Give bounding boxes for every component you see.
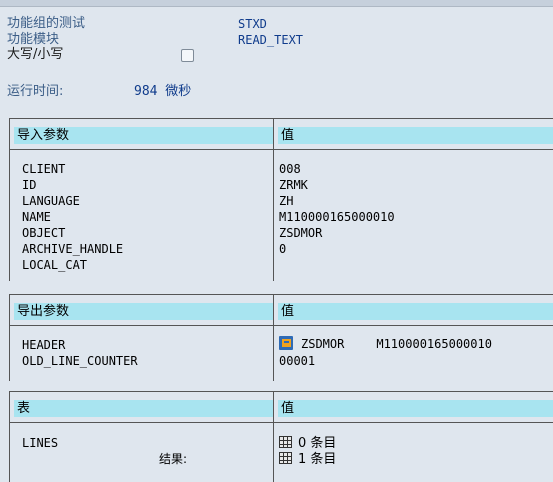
import-parameters-title: 导入参数 <box>14 127 273 144</box>
lines-param-name: LINES <box>22 436 59 450</box>
tables-section: 表 值 LINES 结果: 0 条目 1 条目 <box>9 391 553 482</box>
runtime-label: 运行时间: <box>7 84 64 99</box>
param-value[interactable]: ZSDMOR <box>279 225 322 241</box>
param-value[interactable]: 0 <box>279 241 286 257</box>
counter-param-name: OLD_LINE_COUNTER <box>22 354 138 368</box>
lines-after-value[interactable]: 1 条目 <box>279 451 336 467</box>
lines-before-value[interactable]: 0 条目 <box>279 435 336 451</box>
param-name: ID <box>22 178 37 192</box>
function-group-value: STXD <box>238 17 267 31</box>
result-label: 结果: <box>159 452 188 466</box>
lines-after-count: 1 条目 <box>298 452 337 467</box>
param-name: CLIENT <box>22 162 66 176</box>
counter-param-value[interactable]: 00001 <box>279 353 315 369</box>
param-name: ARCHIVE_HANDLE <box>22 242 124 256</box>
lines-before-count: 0 条目 <box>298 436 337 451</box>
function-module-label: 功能模块 <box>7 32 60 47</box>
header-name-value: M110000165000010 <box>376 337 492 351</box>
param-name: OBJECT <box>22 226 66 240</box>
tables-header: 表 值 <box>10 392 553 423</box>
table-icon[interactable] <box>279 436 292 448</box>
param-value[interactable]: 008 <box>279 161 301 177</box>
param-name: LOCAL_CAT <box>22 258 88 272</box>
param-value[interactable]: M110000165000010 <box>279 209 395 225</box>
tables-value-header: 值 <box>278 400 553 417</box>
tables-title: 表 <box>14 400 273 417</box>
function-module-value: READ_TEXT <box>238 33 304 47</box>
import-parameters-header: 导入参数 值 <box>10 119 553 150</box>
import-parameters-section: 导入参数 值 CLIENT 008 ID ZRMK LANGUAGE ZH NA… <box>9 118 553 281</box>
function-group-label: 功能组的测试 <box>7 16 86 31</box>
export-value-header: 值 <box>278 303 553 320</box>
param-name: LANGUAGE <box>22 194 80 208</box>
structure-icon[interactable] <box>279 336 293 350</box>
case-sensitivity-label: 大写/小写 <box>7 47 64 62</box>
export-parameters-section: 导出参数 值 HEADER ZSDMOR M110000165000010 OLD… <box>9 294 553 381</box>
export-parameters-title: 导出参数 <box>14 303 273 320</box>
param-value[interactable]: ZH <box>279 193 293 209</box>
runtime-value: 984 微秒 <box>134 84 192 99</box>
export-parameters-header: 导出参数 值 <box>10 295 553 326</box>
header-object-value: ZSDMOR <box>301 337 345 351</box>
header-param-name: HEADER <box>22 338 66 352</box>
import-value-header: 值 <box>278 127 553 144</box>
case-sensitivity-checkbox[interactable] <box>181 49 194 62</box>
param-name: NAME <box>22 210 51 224</box>
table-icon[interactable] <box>279 452 292 464</box>
top-toolbar-edge <box>0 0 553 7</box>
header-param-value[interactable]: ZSDMOR M110000165000010 <box>279 336 492 352</box>
param-value[interactable]: ZRMK <box>279 177 308 193</box>
